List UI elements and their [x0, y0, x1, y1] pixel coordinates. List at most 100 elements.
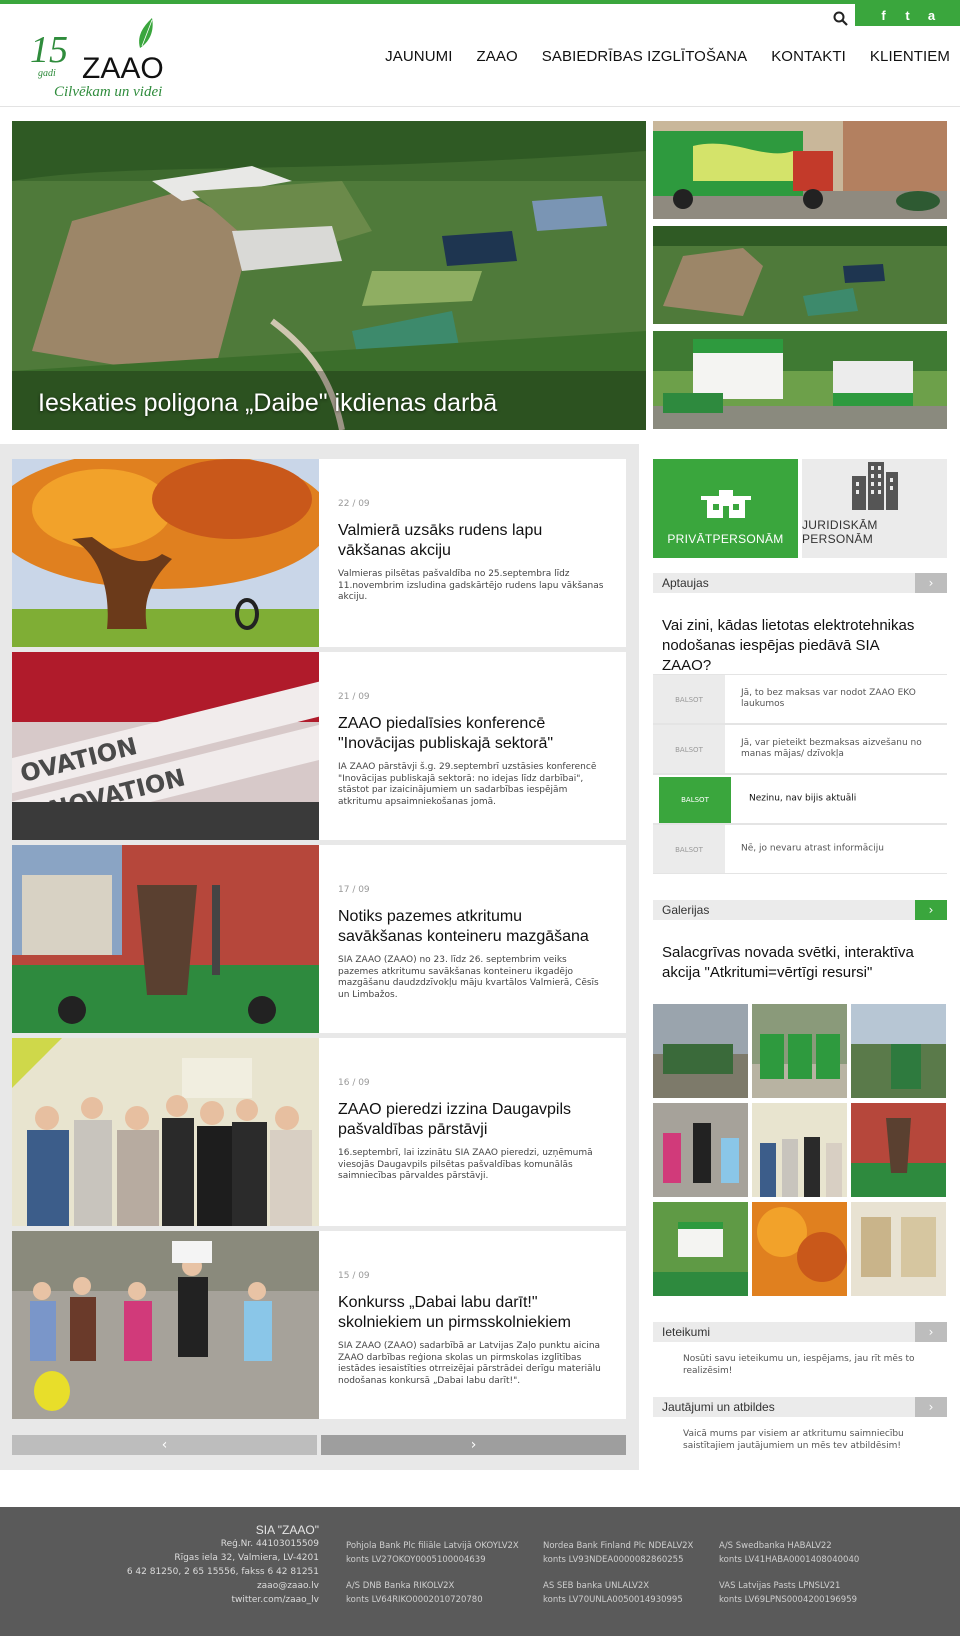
company-email[interactable]: zaao@zaao.lv: [127, 1579, 319, 1593]
news-excerpt: 16.septembrī, lai izzinātu SIA ZAAO pier…: [338, 1148, 593, 1181]
gallery-thumb[interactable]: [653, 1202, 748, 1296]
news-title[interactable]: Konkurss „Dabai labu darīt!" skolniekiem…: [338, 1293, 608, 1333]
poll-option-text: Jā, var pieteikt bezmaksas aizvešanu no …: [741, 738, 922, 759]
poll-option-text: Nē, jo nevaru atrast informāciju: [741, 843, 884, 854]
vote-button[interactable]: BALSOT: [653, 825, 725, 873]
vote-button[interactable]: BALSOT: [653, 675, 725, 723]
pager-next-button[interactable]: ›: [321, 1435, 626, 1455]
gallery-more-button[interactable]: ›: [915, 900, 947, 920]
building-icon: [851, 462, 898, 510]
poll-option-text: Jā, to bez maksas var nodot ZAAO EKO lau…: [741, 688, 916, 709]
hero-caption[interactable]: Ieskaties poligona „Daibe" ikdienas darb…: [38, 389, 497, 418]
container-thumb-photo: [851, 1103, 946, 1197]
news-text: 22 / 09 Valmierā uzsāks rudens lapu vākš…: [338, 499, 608, 604]
autumn-tree-photo: [12, 459, 319, 647]
gallery-title[interactable]: Salacgrīvas novada svētki, interaktīva a…: [662, 943, 932, 983]
qa-section-header: Jautājumi un atbildes ›: [653, 1397, 947, 1417]
gallery-section-title: Galerijas: [662, 903, 710, 917]
nav-zaao[interactable]: ZAAO: [477, 48, 518, 65]
pager-prev-button[interactable]: ‹: [12, 1435, 317, 1455]
news-item[interactable]: 15 / 09 Konkurss „Dabai labu darīt!" sko…: [12, 1231, 626, 1419]
news-item[interactable]: 16 / 09 ZAAO pieredzi izzina Daugavpils …: [12, 1038, 626, 1226]
gallery-thumb[interactable]: [653, 1004, 748, 1098]
kids-photo: [653, 1103, 748, 1197]
private-persons-button[interactable]: PRIVĀTPERSONĀM: [653, 459, 798, 558]
poll-more-button[interactable]: ›: [915, 573, 947, 593]
vote-button[interactable]: BALSOT: [659, 777, 731, 823]
poll-option-text: Nezinu, nav bijis aktuāli: [749, 793, 857, 804]
news-image[interactable]: OVATION INNOVATION: [12, 652, 319, 840]
news-date: 17 / 09: [338, 885, 370, 895]
logo-number: 15: [30, 29, 68, 71]
bank-name: A/S Swedbanka HABALV22: [719, 1541, 832, 1551]
bank-account: konts LV70UNLA0050014930995: [543, 1595, 683, 1605]
gallery-thumb[interactable]: [752, 1202, 847, 1296]
news-item[interactable]: OVATION INNOVATION 21 / 09 ZAAO piedalīs…: [12, 652, 626, 840]
news-image[interactable]: [12, 1231, 319, 1419]
gallery-thumb[interactable]: [752, 1103, 847, 1197]
news-title[interactable]: ZAAO piedalīsies konferencē "Inovācijas …: [338, 714, 608, 754]
news-image[interactable]: [12, 459, 319, 647]
nav-education[interactable]: SABIEDRĪBAS IZGLĪTOŠANA: [542, 48, 747, 65]
site-header: f t a 15 gadi ZAAO Cilvēkam un videi JAU…: [0, 4, 960, 107]
bank-account: konts LV41HABA0001408040040: [719, 1555, 860, 1565]
gallery-section-header: Galerijas ›: [653, 900, 947, 920]
poll-question: Vai zini, kādas lietotas elektrotehnikas…: [662, 617, 915, 674]
nav-clients[interactable]: KLIENTIEM: [870, 48, 950, 65]
vote-button[interactable]: BALSOT: [653, 725, 725, 773]
news-text: 16 / 09 ZAAO pieredzi izzina Daugavpils …: [338, 1078, 608, 1183]
hero-thumb-3[interactable]: [653, 331, 947, 429]
group-thumb-photo: [752, 1103, 847, 1197]
gallery-thumb[interactable]: [752, 1004, 847, 1098]
news-title[interactable]: Notiks pazemes atkritumu savākšanas kont…: [338, 907, 608, 947]
qa-text: Vaicā mums par visiem ar atkritumu saimn…: [683, 1429, 904, 1451]
news-text: 17 / 09 Notiks pazemes atkritumu savākša…: [338, 885, 608, 1001]
logo-tagline: Cilvēkam un videi: [54, 84, 162, 100]
gallery-thumb[interactable]: [851, 1004, 946, 1098]
poll-option-active[interactable]: BALSOT Nezinu, nav bijis aktuāli: [653, 774, 947, 824]
bank-info: A/S DNB Banka RIKOLV2X konts LV64RIKO000…: [346, 1579, 483, 1607]
suggestions-more-button[interactable]: ›: [915, 1322, 947, 1342]
bank-name: A/S DNB Banka RIKOLV2X: [346, 1581, 455, 1591]
hero-thumb-2[interactable]: [653, 226, 947, 324]
news-excerpt: SIA ZAAO (ZAAO) sadarbībā ar Latvijas Za…: [338, 1341, 601, 1386]
hero-thumb-1[interactable]: [653, 121, 947, 219]
gallery-thumb[interactable]: [851, 1202, 946, 1296]
search-icon[interactable]: [832, 10, 850, 28]
news-item[interactable]: 17 / 09 Notiks pazemes atkritumu savākša…: [12, 845, 626, 1033]
poll-option[interactable]: BALSOT Jā, to bez maksas var nodot ZAAO …: [653, 674, 947, 724]
container-washing-photo: [12, 845, 319, 1033]
news-title[interactable]: Valmierā uzsāks rudens lapu vākšanas akc…: [338, 521, 608, 561]
site-footer: SIA "ZAAO" Reģ.Nr. 44103015509 Rīgas iel…: [0, 1507, 960, 1636]
nav-jaunumi[interactable]: JAUNUMI: [385, 48, 452, 65]
poll-option[interactable]: BALSOT Jā, var pieteikt bezmaksas aizveš…: [653, 724, 947, 774]
bank-info: VAS Latvijas Pasts LPNSLV21 konts LV69LP…: [719, 1579, 857, 1607]
qa-more-button[interactable]: ›: [915, 1397, 947, 1417]
gallery-thumb[interactable]: [851, 1103, 946, 1197]
bank-account: konts LV64RIKO0002010720780: [346, 1595, 483, 1605]
landfill-thumb-photo: [653, 226, 947, 324]
poll-section-title: Aptaujas: [662, 576, 709, 590]
bank-info: Nordea Bank Finland Plc NDEALV2X konts L…: [543, 1539, 693, 1567]
bank-account: konts LV93NDEA0000082860255: [543, 1555, 684, 1565]
poll-option[interactable]: BALSOT Nē, jo nevaru atrast informāciju: [653, 824, 947, 874]
news-item[interactable]: 22 / 09 Valmierā uzsāks rudens lapu vākš…: [12, 459, 626, 647]
hero-slide[interactable]: Ieskaties poligona „Daibe" ikdienas darb…: [12, 121, 646, 430]
news-excerpt: IA ZAAO pārstāvji š.g. 29.septembrī uzst…: [338, 762, 597, 807]
news-image[interactable]: [12, 845, 319, 1033]
house-icon: [700, 490, 751, 518]
nav-contacts[interactable]: KONTAKTI: [771, 48, 846, 65]
bank-info: Pohjola Bank Plc filiāle Latvijā OKOYLV2…: [346, 1539, 519, 1567]
social-links: f t a: [855, 4, 960, 26]
bank-info: A/S Swedbanka HABALV22 konts LV41HABA000…: [719, 1539, 859, 1567]
legal-persons-button[interactable]: JURIDISKĀM PERSONĀM: [802, 459, 947, 558]
news-title[interactable]: ZAAO pieredzi izzina Daugavpils pašvaldī…: [338, 1100, 608, 1140]
company-twitter[interactable]: twitter.com/zaao_lv: [127, 1593, 319, 1607]
twitter-icon[interactable]: t: [901, 8, 915, 23]
android-icon[interactable]: a: [925, 8, 939, 23]
zaao-logo[interactable]: 15 gadi ZAAO Cilvēkam un videi: [28, 16, 198, 104]
news-image[interactable]: [12, 1038, 319, 1226]
facebook-icon[interactable]: f: [877, 8, 891, 23]
bank-account: konts LV69LPNS0004200196959: [719, 1595, 858, 1605]
gallery-thumb[interactable]: [653, 1103, 748, 1197]
